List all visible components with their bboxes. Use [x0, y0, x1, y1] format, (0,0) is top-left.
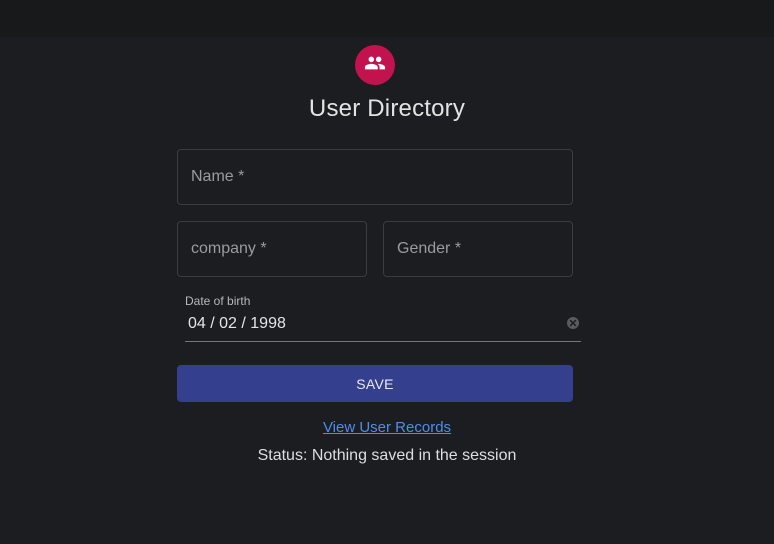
date-of-birth-label: Date of birth — [185, 294, 251, 308]
company-placeholder: company * — [191, 240, 267, 257]
name-placeholder: Name * — [191, 168, 245, 185]
people-icon — [364, 52, 386, 79]
gender-field[interactable]: Gender * — [383, 221, 573, 277]
app-avatar — [355, 45, 395, 85]
save-button[interactable]: SAVE — [177, 365, 573, 402]
company-field[interactable]: company * — [177, 221, 367, 277]
page-title: User Directory — [308, 95, 466, 122]
view-user-records-link[interactable]: View User Records — [0, 419, 774, 436]
top-bar — [0, 0, 774, 37]
status-text: Status: Nothing saved in the session — [257, 447, 517, 464]
clear-date-icon[interactable] — [567, 317, 579, 329]
date-of-birth-field[interactable]: Date of birth 04 / 02 / 1998 — [185, 291, 581, 342]
date-of-birth-value[interactable]: 04 / 02 / 1998 — [188, 315, 286, 333]
gender-placeholder: Gender * — [397, 240, 462, 257]
name-field[interactable]: Name * — [177, 149, 573, 205]
